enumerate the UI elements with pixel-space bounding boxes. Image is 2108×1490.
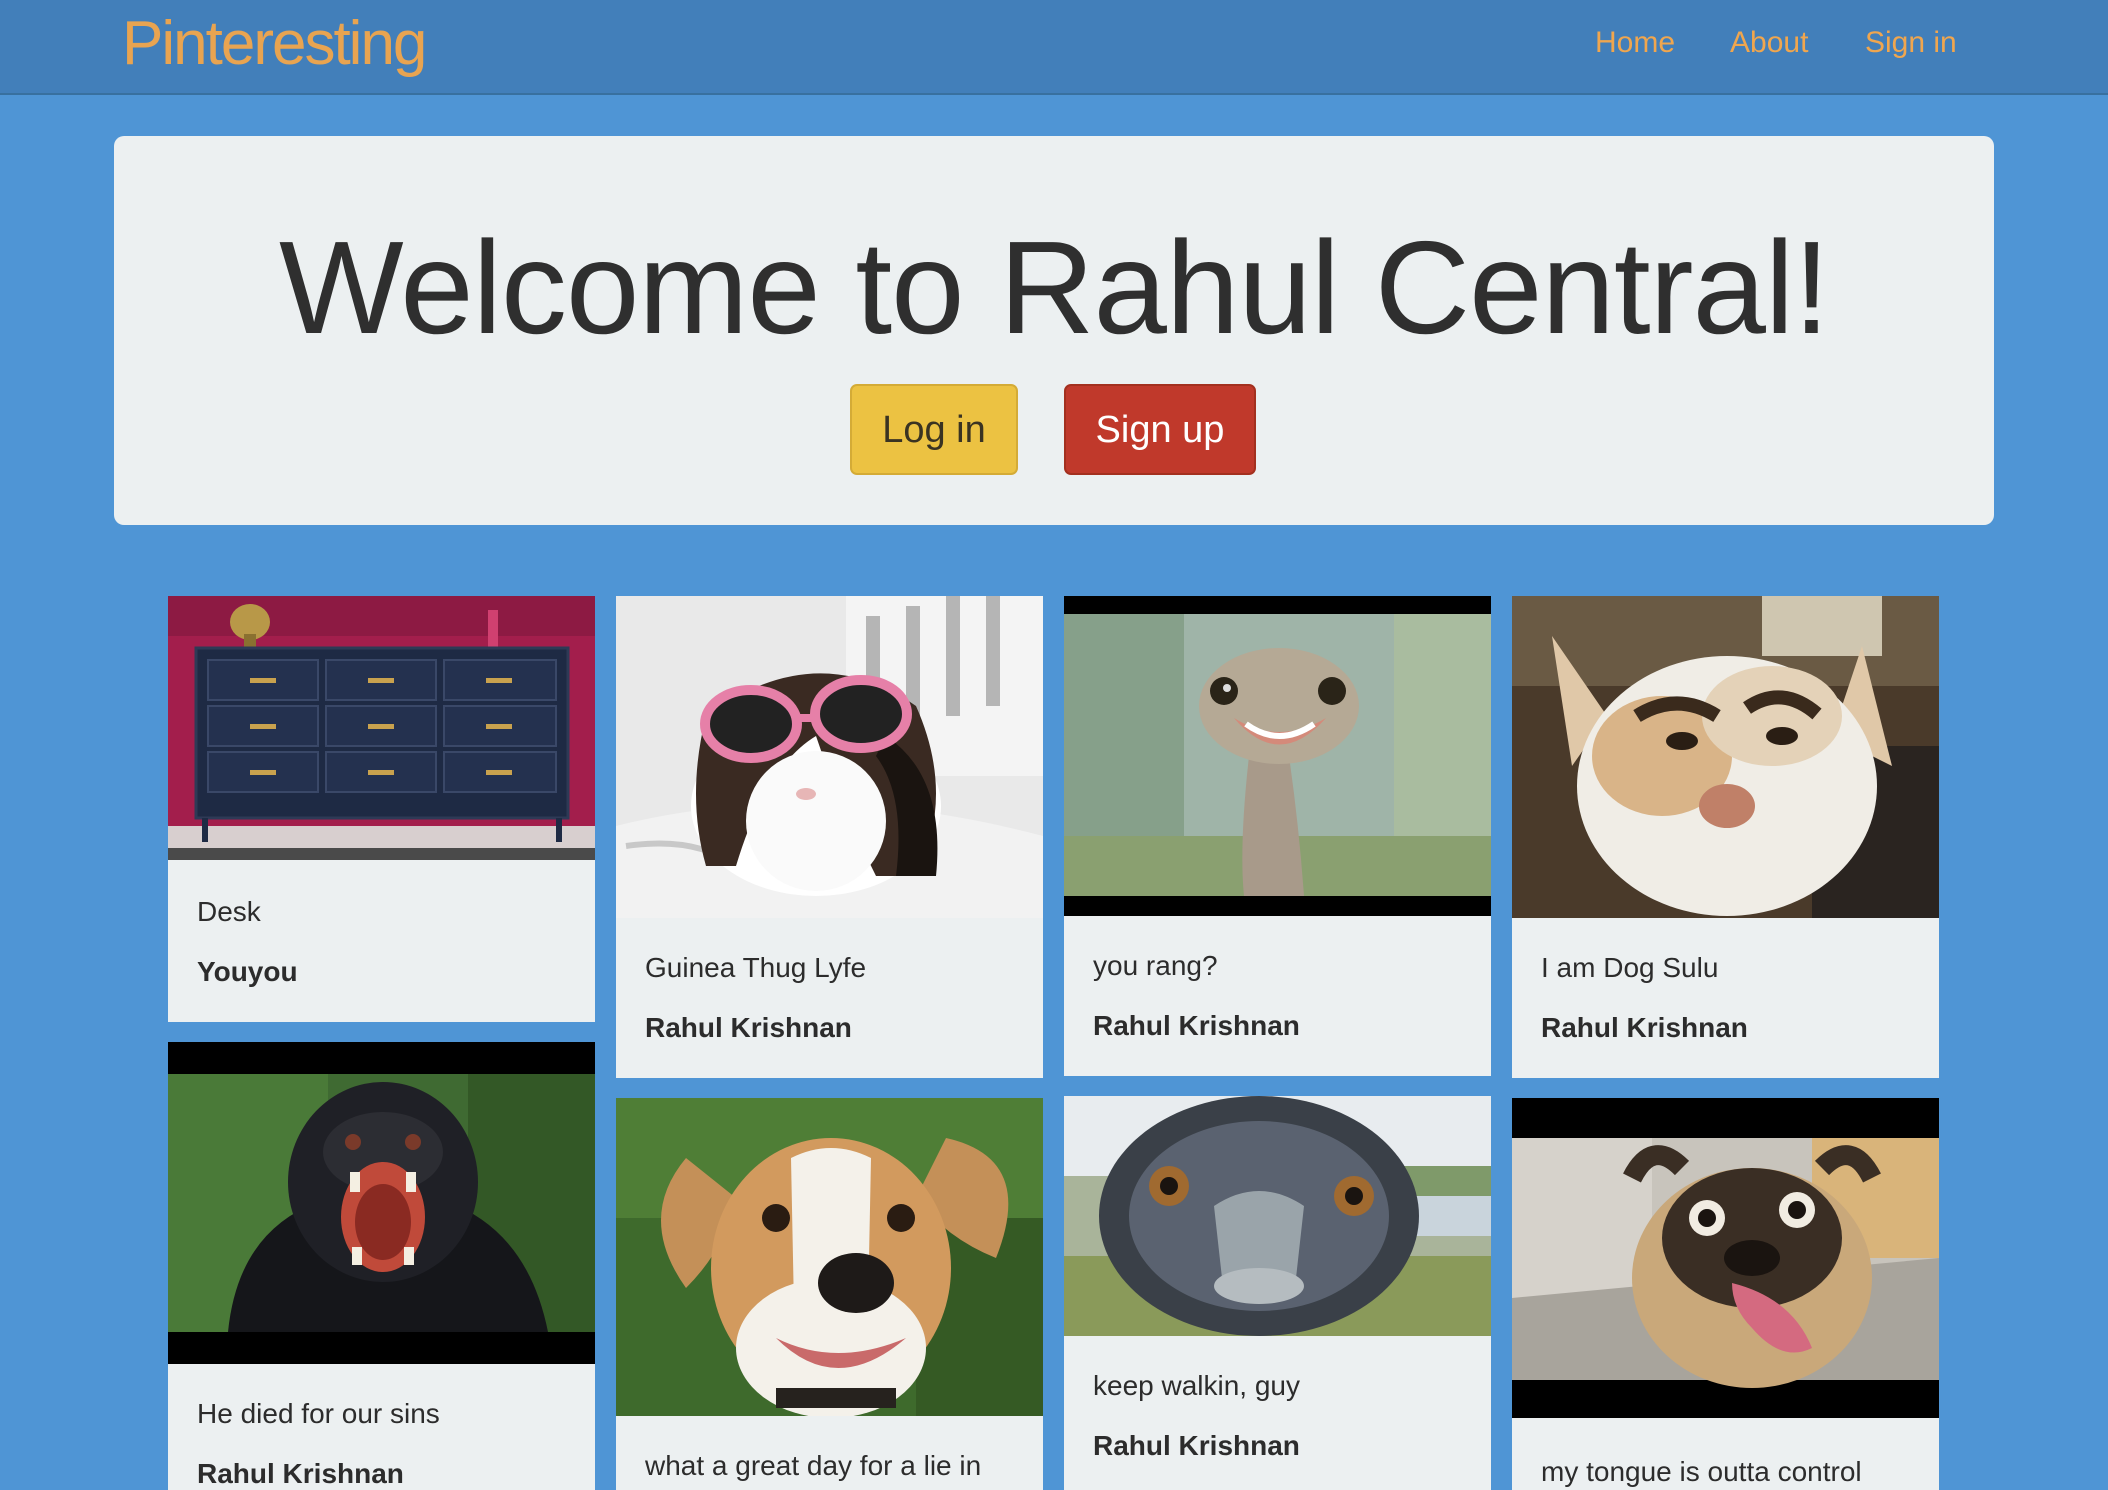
pin-user: Youyou bbox=[197, 956, 298, 987]
pin-image-gorilla[interactable] bbox=[168, 1042, 595, 1364]
brand-logo[interactable]: Pinteresting bbox=[122, 8, 427, 79]
pin-description: my tongue is outta control bbox=[1541, 1456, 1862, 1487]
signup-button[interactable]: Sign up bbox=[1064, 384, 1256, 475]
pin-card[interactable]: He died for our sins Rahul Krishnan bbox=[168, 1042, 595, 1490]
login-button[interactable]: Log in bbox=[850, 384, 1018, 475]
pin-image-dresser[interactable] bbox=[168, 596, 595, 860]
pin-card[interactable]: Desk Youyou bbox=[168, 596, 595, 1022]
pin-user: Rahul Krishnan bbox=[197, 1458, 404, 1489]
pin-image-guinea-pig[interactable] bbox=[616, 596, 1043, 918]
pin-card[interactable]: my tongue is outta control bbox=[1512, 1098, 1939, 1490]
pin-user: Rahul Krishnan bbox=[645, 1012, 852, 1043]
pin-card[interactable]: what a great day for a lie in bbox=[616, 1098, 1043, 1490]
pin-image-emu[interactable] bbox=[1064, 1096, 1491, 1336]
nav-about-link[interactable]: About bbox=[1730, 26, 1808, 60]
pin-card[interactable]: keep walkin, guy Rahul Krishnan bbox=[1064, 1096, 1491, 1490]
pin-description: what a great day for a lie in bbox=[645, 1450, 982, 1481]
jumbotron: Welcome to Rahul Central! Log in Sign up bbox=[114, 136, 1994, 525]
pin-user: Rahul Krishnan bbox=[1541, 1012, 1748, 1043]
pin-description: you rang? bbox=[1093, 950, 1218, 981]
pin-image-ostrich[interactable] bbox=[1064, 596, 1491, 916]
pin-user: Rahul Krishnan bbox=[1093, 1010, 1300, 1041]
navbar: Pinteresting Home About Sign in bbox=[0, 0, 2108, 95]
page-title: Welcome to Rahul Central! bbox=[279, 214, 1830, 361]
pin-card[interactable]: you rang? Rahul Krishnan bbox=[1064, 596, 1491, 1076]
pin-description: He died for our sins bbox=[197, 1398, 440, 1429]
pin-user: Rahul Krishnan bbox=[1093, 1430, 1300, 1461]
pin-image-dog-eyebrows[interactable] bbox=[1512, 596, 1939, 918]
pin-description: Guinea Thug Lyfe bbox=[645, 952, 867, 983]
pin-card[interactable]: I am Dog Sulu Rahul Krishnan bbox=[1512, 596, 1939, 1078]
pin-image-beagle[interactable] bbox=[616, 1098, 1043, 1416]
pin-description: keep walkin, guy bbox=[1093, 1370, 1301, 1401]
pin-image-pug[interactable] bbox=[1512, 1098, 1939, 1418]
pin-card[interactable]: Guinea Thug Lyfe Rahul Krishnan bbox=[616, 596, 1043, 1078]
pin-description: Desk bbox=[197, 896, 261, 927]
pin-description: I am Dog Sulu bbox=[1541, 952, 1719, 983]
nav-home-link[interactable]: Home bbox=[1595, 26, 1675, 60]
nav-signin-link[interactable]: Sign in bbox=[1865, 26, 1957, 60]
